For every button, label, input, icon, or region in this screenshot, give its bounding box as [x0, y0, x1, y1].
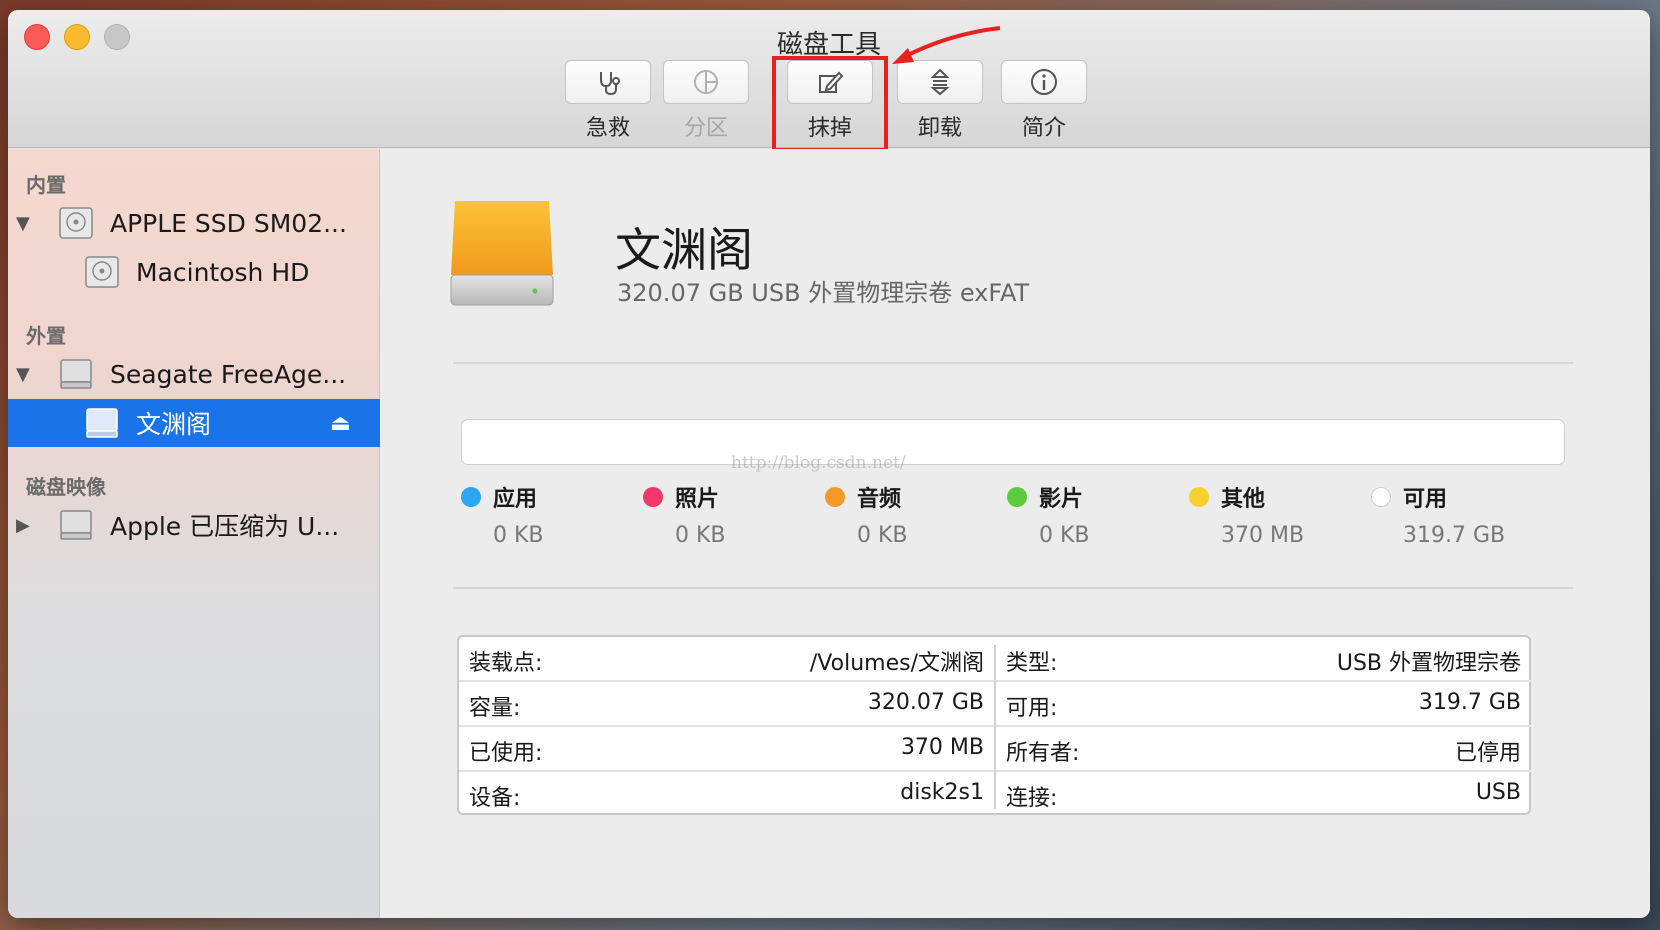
movies-color-dot: [1007, 487, 1027, 507]
partition-label: 分区: [683, 116, 728, 141]
annotation-arrow-icon: [892, 26, 1001, 64]
volume-subtitle: 320.07 GB USB 外置物理宗卷 exFAT: [617, 279, 1030, 307]
info-value: disk2s1: [900, 780, 984, 805]
erase-highlight-annotation: [772, 56, 888, 152]
legend-value: 0 KB: [493, 523, 544, 548]
sidebar-item-macintosh-hd[interactable]: Macintosh HD: [8, 248, 380, 296]
partition-pie-icon: [694, 70, 718, 94]
disk-image-icon: [60, 510, 92, 540]
unmount-button[interactable]: 卸载: [897, 60, 983, 148]
unmount-label: 卸载: [917, 116, 962, 141]
usage-bar: [461, 419, 1565, 465]
available-color-dot: [1371, 487, 1391, 507]
info-key: 容量:: [469, 696, 521, 721]
info-label: 简介: [1021, 116, 1066, 141]
info-key: 所有者:: [1006, 741, 1080, 766]
first-aid-button[interactable]: 急救: [565, 60, 651, 148]
info-value: USB: [1475, 780, 1521, 805]
info-icon: [1031, 69, 1057, 95]
info-value: 319.7 GB: [1418, 690, 1521, 715]
info-row-type: 类型: USB 外置物理宗卷: [996, 637, 1531, 682]
info-table: 装载点: /Volumes/文渊阁 容量: 320.07 GB 已使用: 370…: [457, 635, 1531, 815]
main-panel: 文渊阁 320.07 GB USB 外置物理宗卷 exFAT http://bl…: [381, 149, 1650, 918]
info-key: 已使用:: [469, 741, 543, 766]
sidebar-item-label: Macintosh HD: [136, 257, 310, 287]
info-button[interactable]: 简介: [1001, 60, 1087, 148]
sidebar-item-label: APPLE SSD SM02...: [110, 208, 347, 238]
legend-value: 0 KB: [1039, 523, 1090, 548]
info-row-used: 已使用: 370 MB: [459, 727, 994, 772]
legend-value: 0 KB: [857, 523, 908, 548]
info-value: 370 MB: [900, 735, 984, 760]
legend-label: 影片: [1039, 487, 1084, 512]
titlebar: 磁盘工具 急救 分区 抹掉 卸载 简介: [8, 10, 1650, 152]
stethoscope-icon: [600, 72, 620, 96]
sidebar-item-wenyuange[interactable]: 文渊阁 ⏏: [8, 399, 380, 447]
apps-color-dot: [461, 487, 481, 507]
volume-title: 文渊阁: [615, 223, 753, 277]
audio-color-dot: [825, 487, 845, 507]
info-row-available: 可用: 319.7 GB: [996, 682, 1531, 727]
legend-value: 319.7 GB: [1403, 523, 1506, 548]
internal-disk-icon: [59, 207, 93, 239]
watermark-text: http://blog.csdn.net/: [731, 453, 906, 473]
external-drive-large-icon: [450, 201, 554, 306]
info-key: 设备:: [469, 786, 521, 811]
legend-label: 可用: [1403, 487, 1448, 512]
section-external: 外置: [26, 324, 66, 348]
info-value: 320.07 GB: [867, 690, 984, 715]
info-value: 已停用: [1454, 741, 1521, 766]
eject-icon[interactable]: ⏏: [330, 411, 351, 436]
info-row-mount-point: 装载点: /Volumes/文渊阁: [459, 637, 994, 682]
sidebar-item-label: Seagate FreeAge...: [110, 359, 347, 389]
info-key: 装载点:: [469, 651, 543, 676]
sidebar-item-label: Apple 已压缩为 U...: [110, 512, 340, 541]
legend-label: 音频: [857, 487, 902, 512]
external-volume-icon: [86, 408, 118, 438]
other-color-dot: [1189, 487, 1209, 507]
divider: [453, 362, 1573, 364]
info-row-capacity: 容量: 320.07 GB: [459, 682, 994, 727]
sidebar: 内置 ▼ APPLE SSD SM02... Macintosh HD 外置 ▼: [8, 149, 380, 918]
info-value: USB 外置物理宗卷: [1336, 651, 1521, 676]
info-key: 可用:: [1006, 696, 1058, 721]
divider: [453, 587, 1573, 589]
disclosure-triangle-expanded-icon[interactable]: ▼: [16, 364, 30, 385]
unmount-icon: [930, 68, 950, 96]
first-aid-label: 急救: [585, 116, 630, 141]
sidebar-item-apple-compressed[interactable]: ▶ Apple 已压缩为 U...: [8, 501, 380, 549]
info-key: 类型:: [1006, 651, 1058, 676]
internal-disk-icon: [85, 256, 119, 288]
photos-color-dot: [643, 487, 663, 507]
disk-utility-window: 磁盘工具 急救 分区 抹掉 卸载 简介 内置 ▼ APPLE SSD SM02.…: [8, 10, 1650, 918]
info-value: /Volumes/文渊阁: [809, 651, 984, 676]
sidebar-item-apple-ssd[interactable]: ▼ APPLE SSD SM02...: [8, 199, 380, 247]
legend-value: 0 KB: [675, 523, 726, 548]
partition-button[interactable]: 分区: [663, 60, 749, 148]
disclosure-triangle-expanded-icon[interactable]: ▼: [16, 213, 30, 234]
external-disk-icon: [60, 359, 92, 389]
sidebar-item-label: 文渊阁: [136, 410, 212, 439]
legend-label: 照片: [675, 487, 720, 512]
info-row-owners: 所有者: 已停用: [996, 727, 1531, 772]
section-internal: 内置: [26, 173, 66, 197]
info-row-connection: 连接: USB: [996, 772, 1531, 817]
legend-label: 应用: [493, 487, 538, 512]
info-key: 连接:: [1006, 786, 1058, 811]
info-row-device: 设备: disk2s1: [459, 772, 994, 817]
disclosure-triangle-collapsed-icon[interactable]: ▶: [16, 515, 30, 536]
section-disk-images: 磁盘映像: [26, 475, 106, 499]
legend-value: 370 MB: [1221, 523, 1305, 548]
sidebar-item-seagate[interactable]: ▼ Seagate FreeAge...: [8, 350, 380, 398]
legend-label: 其他: [1221, 487, 1266, 512]
